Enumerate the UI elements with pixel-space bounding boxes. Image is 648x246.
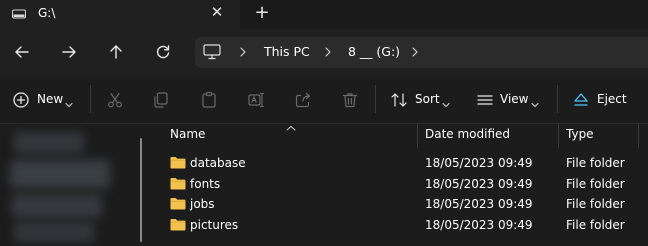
- chevron-right-icon[interactable]: [323, 45, 333, 59]
- file-date: 18/05/2023 09:49: [425, 156, 533, 170]
- close-icon[interactable]: ✕: [210, 5, 224, 20]
- file-name: database: [190, 156, 246, 170]
- table-row[interactable]: pictures 18/05/2023 09:49 File folder: [150, 216, 648, 236]
- file-date: 18/05/2023 09:49: [425, 218, 533, 232]
- refresh-icon[interactable]: [152, 41, 174, 63]
- file-name: pictures: [190, 218, 239, 232]
- chevron-down-icon: [65, 97, 73, 108]
- monitor-icon[interactable]: [203, 44, 221, 60]
- file-date: 18/05/2023 09:49: [425, 197, 533, 211]
- view-icon: [476, 91, 494, 109]
- view-label: View: [500, 92, 529, 106]
- toolbar-divider: [375, 85, 376, 113]
- paste-icon[interactable]: [200, 91, 218, 109]
- file-type: File folder: [566, 156, 625, 170]
- toolbar-divider: [557, 85, 558, 113]
- toolbar-divider: [90, 85, 91, 113]
- drive-icon: [12, 8, 26, 19]
- chevron-up-icon: [286, 120, 296, 131]
- arrow-right-icon[interactable]: [58, 41, 80, 63]
- file-name: jobs: [190, 197, 215, 211]
- blurred-nav-item: [14, 222, 94, 242]
- file-type: File folder: [566, 177, 625, 191]
- tab-bar: G:\ ✕ +: [0, 0, 648, 29]
- plus-circle-icon: [12, 91, 30, 109]
- file-list: Name Date modified Type database 18/05/2…: [150, 124, 648, 246]
- blurred-nav-item: [14, 132, 84, 154]
- chevron-down-icon: [531, 97, 539, 108]
- column-header-date-modified[interactable]: Date modified: [425, 127, 510, 141]
- eject-button[interactable]: Eject: [562, 75, 642, 123]
- breadcrumb-drive-g[interactable]: 8 __ (G:): [348, 44, 400, 59]
- navigation-scrollbar[interactable]: [140, 138, 142, 242]
- arrow-left-icon[interactable]: [11, 41, 33, 63]
- plus-icon[interactable]: +: [252, 3, 272, 23]
- blurred-nav-item: [12, 194, 102, 218]
- file-name: fonts: [190, 177, 221, 191]
- breadcrumb-this-pc[interactable]: This PC: [264, 44, 310, 59]
- chevron-down-icon: [442, 97, 450, 108]
- address-bar[interactable]: This PC 8 __ (G:): [195, 37, 648, 68]
- folder-icon: [170, 177, 186, 190]
- sort-icon: [390, 91, 408, 109]
- new-button[interactable]: New: [0, 75, 88, 123]
- column-header-type[interactable]: Type: [566, 127, 594, 141]
- table-row[interactable]: database 18/05/2023 09:49 File folder: [150, 154, 648, 174]
- table-row[interactable]: fonts 18/05/2023 09:49 File folder: [150, 175, 648, 195]
- eject-icon: [572, 91, 590, 109]
- tab-drive-g[interactable]: G:\ ✕: [0, 0, 240, 29]
- folder-icon: [170, 218, 186, 231]
- arrow-up-icon[interactable]: [105, 41, 127, 63]
- navigation-bar: This PC 8 __ (G:): [0, 29, 648, 75]
- file-type: File folder: [566, 197, 625, 211]
- folder-icon: [170, 197, 186, 210]
- view-button[interactable]: View: [466, 75, 552, 123]
- delete-icon[interactable]: [341, 91, 359, 109]
- cut-icon[interactable]: [106, 91, 124, 109]
- blurred-nav-item: [10, 160, 110, 188]
- column-separator[interactable]: [638, 124, 639, 148]
- folder-icon: [170, 156, 186, 169]
- command-bar: New Sort View Eject: [0, 75, 648, 124]
- table-row[interactable]: jobs 18/05/2023 09:49 File folder: [150, 195, 648, 215]
- column-separator[interactable]: [417, 124, 418, 148]
- sort-label: Sort: [415, 92, 440, 106]
- file-date: 18/05/2023 09:49: [425, 177, 533, 191]
- tab-title: G:\: [38, 6, 56, 20]
- copy-icon[interactable]: [152, 91, 170, 109]
- sort-button[interactable]: Sort: [380, 75, 460, 123]
- chevron-right-icon[interactable]: [238, 45, 248, 59]
- column-header-name[interactable]: Name: [170, 127, 205, 141]
- eject-label: Eject: [597, 92, 627, 106]
- new-label: New: [37, 92, 64, 106]
- chevron-right-icon[interactable]: [410, 45, 420, 59]
- navigation-pane[interactable]: [0, 124, 150, 246]
- rename-icon[interactable]: [247, 91, 265, 109]
- share-icon[interactable]: [294, 91, 312, 109]
- file-type: File folder: [566, 218, 625, 232]
- column-separator[interactable]: [558, 124, 559, 148]
